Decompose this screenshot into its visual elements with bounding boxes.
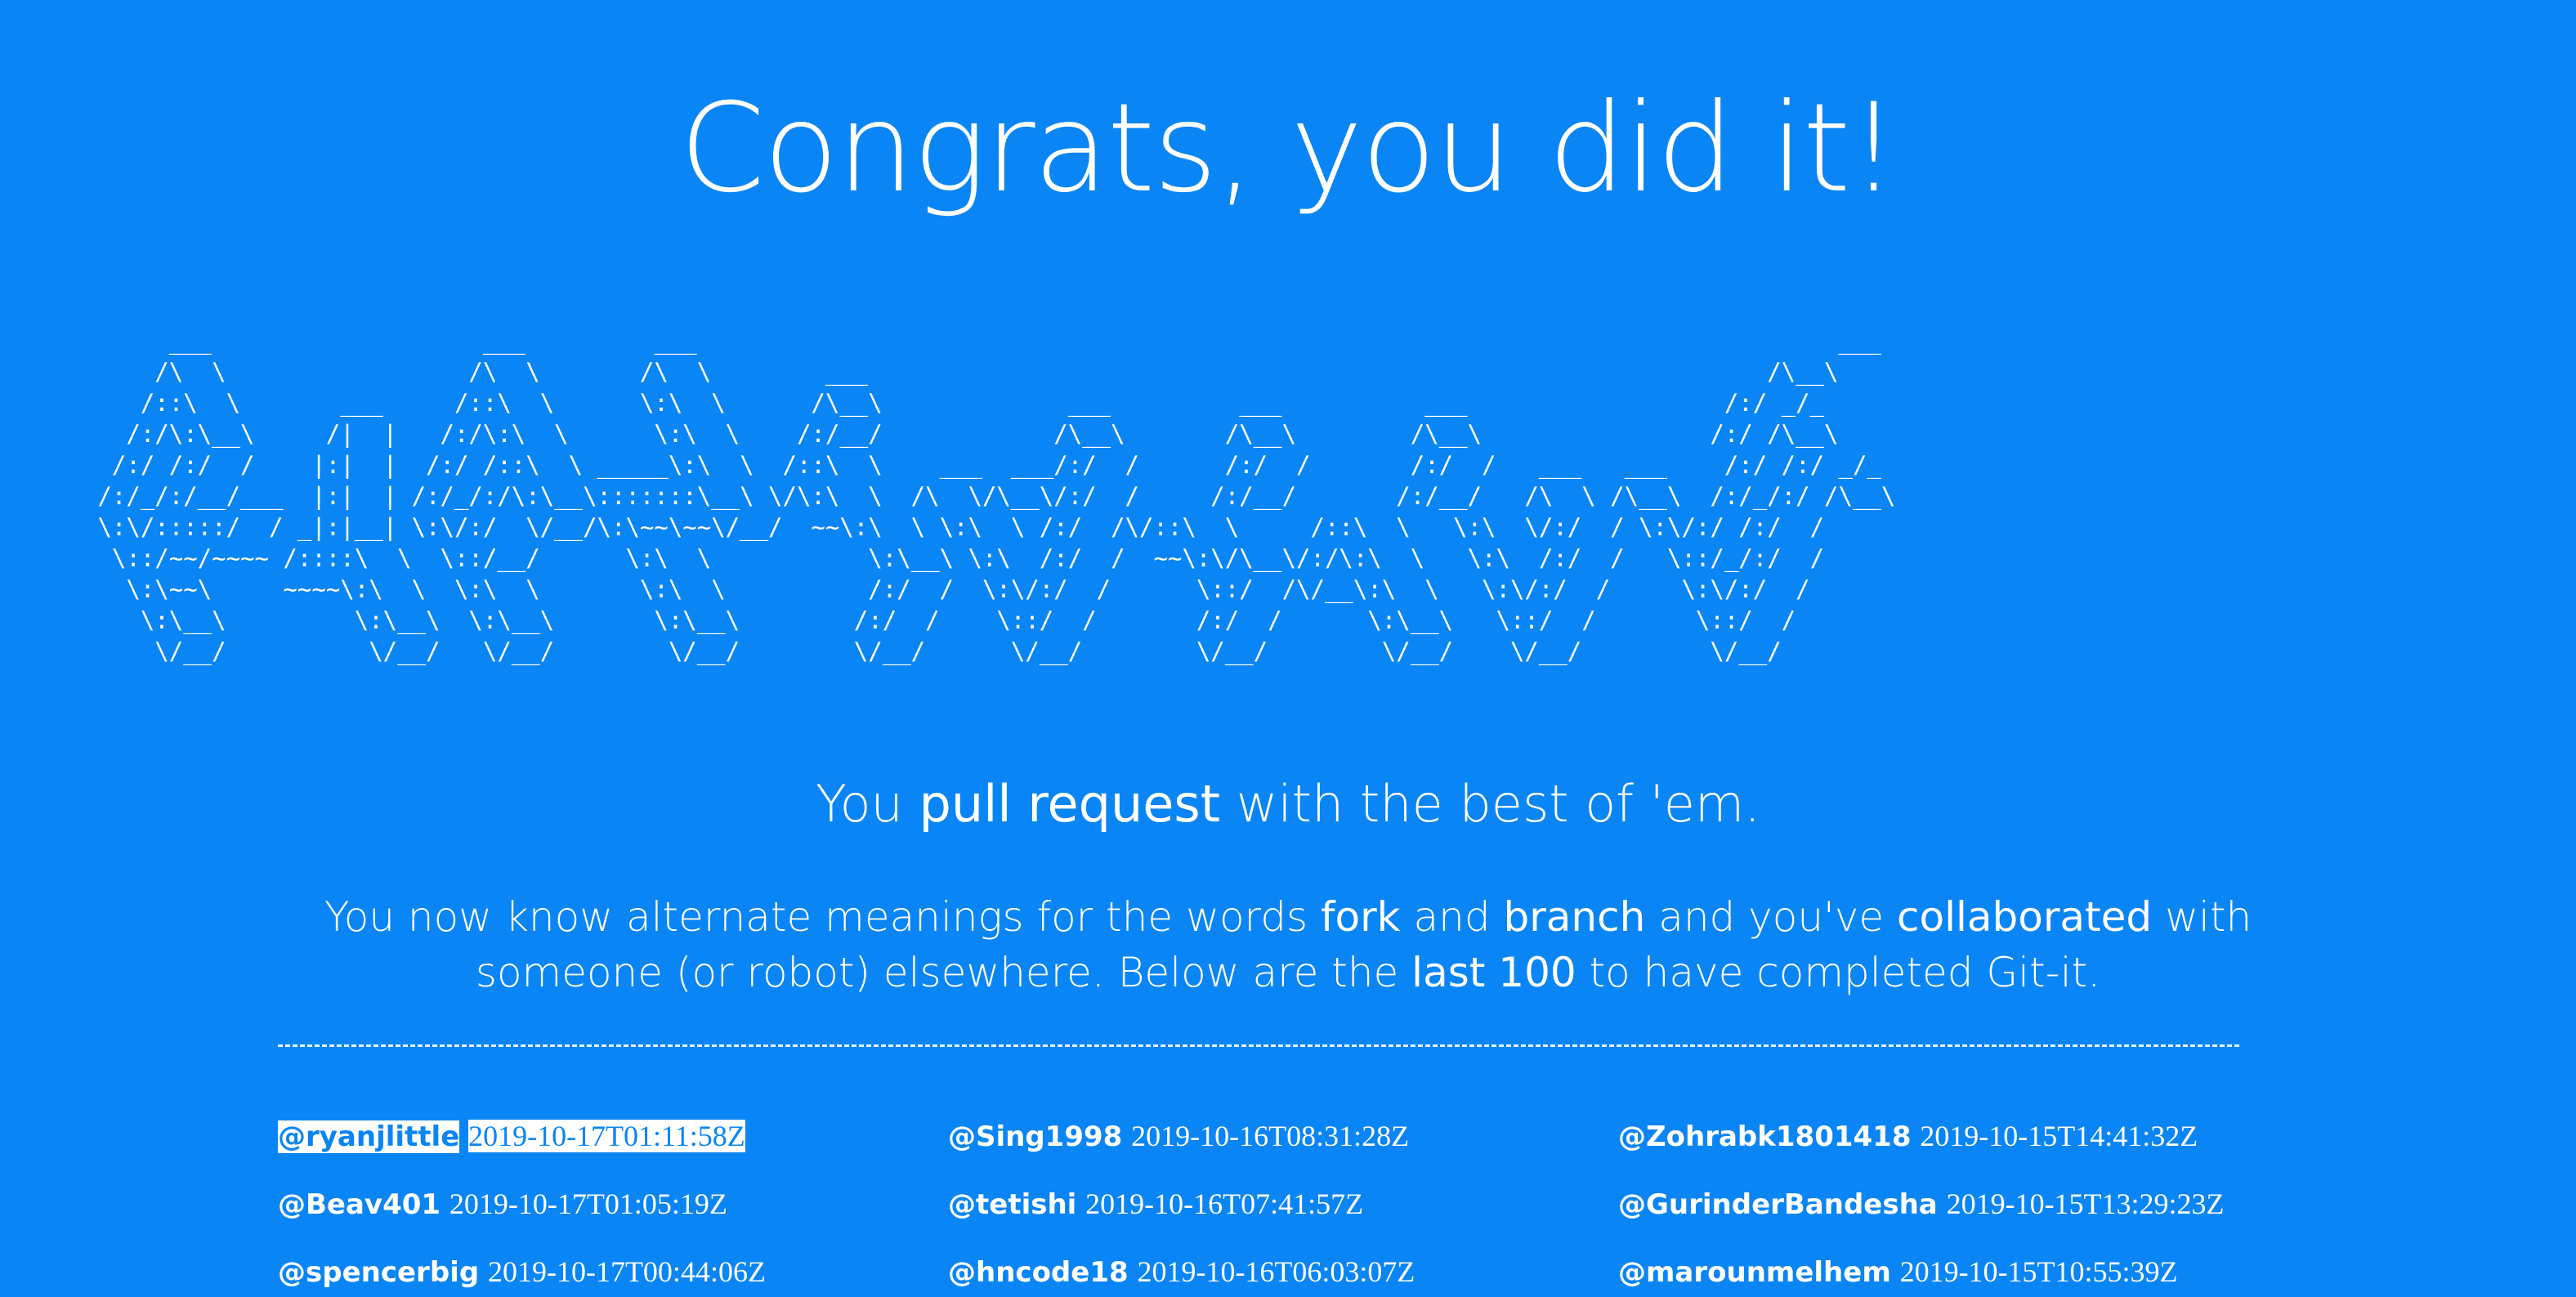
completion-entry: @spencerbig 2019-10-17T00:44:06Z — [278, 1247, 948, 1297]
page-title: Congrats, you did it! — [679, 78, 1898, 220]
user-link[interactable]: @marounmelhem — [1618, 1256, 1891, 1289]
user-link[interactable]: @tetishi — [948, 1188, 1076, 1221]
completion-entry: @Beav401 2019-10-17T01:05:19Z — [278, 1179, 948, 1229]
completion-timestamp: 2019-10-17T01:11:58Z — [468, 1120, 745, 1152]
user-link[interactable]: @spencerbig — [278, 1256, 479, 1289]
completion-timestamp: 2019-10-15T13:29:23Z — [1946, 1187, 2225, 1220]
completion-entry: @Sing1998 2019-10-16T08:31:28Z — [948, 1111, 1618, 1161]
user-link[interactable]: @Zohrabk1801418 — [1618, 1120, 1911, 1153]
completion-timestamp: 2019-10-16T07:41:57Z — [1085, 1187, 1364, 1220]
completion-entry: @ryanjlittle 2019-10-17T01:11:58Z — [278, 1111, 948, 1161]
completion-timestamp: 2019-10-15T10:55:39Z — [1899, 1255, 2178, 1288]
user-link[interactable]: @Sing1998 — [948, 1120, 1122, 1153]
user-link[interactable]: @Beav401 — [278, 1188, 441, 1221]
completion-entry: @Zohrabk1801418 2019-10-15T14:41:32Z — [1618, 1111, 2288, 1161]
description-bold-collaborated: collaborated — [1897, 893, 2153, 941]
completion-timestamp: 2019-10-15T14:41:32Z — [1920, 1120, 2198, 1152]
completion-timestamp: 2019-10-17T00:44:06Z — [487, 1255, 766, 1288]
description-text-1: You now know alternate meanings for the … — [324, 893, 1321, 941]
description-text-2: and — [1400, 893, 1504, 941]
completion-timestamp: 2019-10-17T01:05:19Z — [449, 1187, 727, 1220]
description-bold-fork: fork — [1320, 893, 1401, 941]
description-bold-last-100: last 100 — [1411, 949, 1576, 996]
completion-timestamp: 2019-10-16T06:03:07Z — [1137, 1255, 1415, 1288]
user-link[interactable]: @hncode18 — [948, 1256, 1129, 1289]
completion-entry: @GurinderBandesha 2019-10-15T13:29:23Z — [1618, 1179, 2288, 1229]
tagline-emphasis: pull request — [919, 774, 1221, 834]
completion-timestamp: 2019-10-16T08:31:28Z — [1131, 1120, 1410, 1152]
description-text-3: and you've — [1645, 893, 1898, 941]
description-text-5: to have completed Git-it. — [1576, 949, 2101, 996]
description-bold-branch: branch — [1503, 893, 1646, 941]
tagline-prefix: You — [815, 774, 919, 834]
user-link[interactable]: @ryanjlittle — [278, 1120, 460, 1153]
user-link[interactable]: @GurinderBandesha — [1618, 1188, 1938, 1221]
ascii-art-banner: ___ ___ ___ ___ /\ \ /\ \ /\ \ ___ /\__\… — [97, 327, 1896, 665]
dashed-divider — [278, 1044, 2239, 1047]
completion-entry: @tetishi 2019-10-16T07:41:57Z — [948, 1179, 1618, 1229]
tagline-suffix: with the best of 'em. — [1220, 774, 1761, 834]
completions-list: @ryanjlittle 2019-10-17T01:11:58Z @Sing1… — [278, 1111, 2288, 1297]
completion-entry: @hncode18 2019-10-16T06:03:07Z — [948, 1247, 1618, 1297]
description: You now know alternate meanings for the … — [245, 889, 2331, 1000]
completion-entry: @marounmelhem 2019-10-15T10:55:39Z — [1618, 1247, 2288, 1297]
tagline: You pull request with the best of 'em. — [0, 771, 2576, 837]
